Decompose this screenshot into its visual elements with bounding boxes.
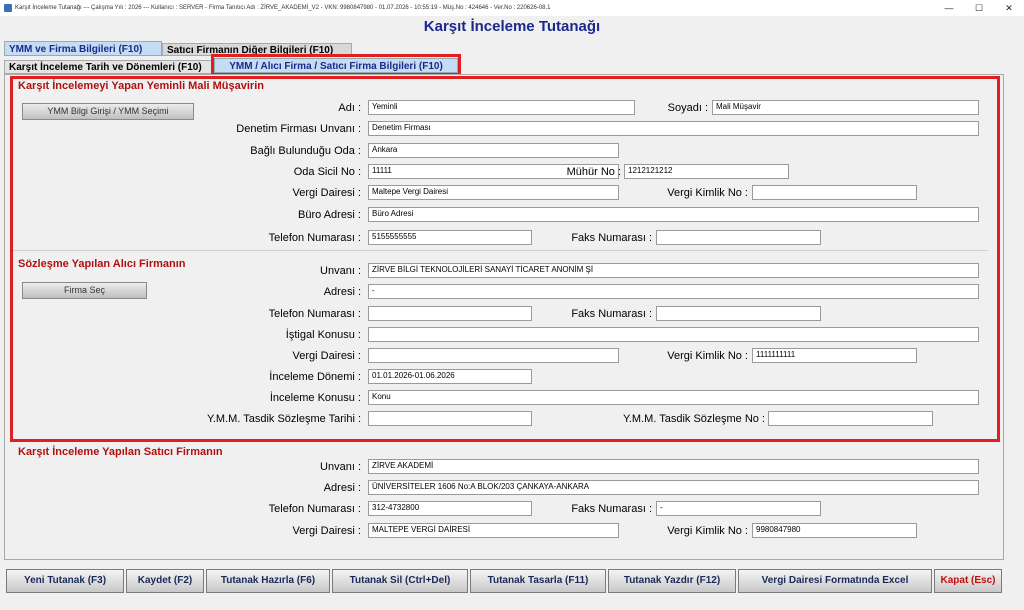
tab-tarih-donem[interactable]: Karşıt İnceleme Tarih ve Dönemleri (F10) — [4, 60, 212, 74]
satici-unvan-field[interactable]: ZİRVE AKADEMİ — [368, 459, 979, 474]
design-button[interactable]: Tutanak Tasarla (F11) — [470, 569, 606, 593]
label-satici-vergi-dairesi: Vergi Dairesi : — [292, 525, 361, 537]
window-titlebar: Karşıt İnceleme Tutanağı --- Çalışma Yıl… — [0, 0, 1024, 16]
page-title: Karşıt İnceleme Tutanağı — [423, 18, 601, 35]
minimize-button[interactable]: — — [934, 0, 964, 16]
label-satici-faks: Faks Numarası : — [571, 503, 652, 515]
excel-button[interactable]: Vergi Dairesi Formatında Excel — [738, 569, 932, 593]
alici-highlight-box — [10, 76, 1000, 442]
satici-faks-field[interactable]: - — [656, 501, 821, 516]
close-button[interactable]: Kapat (Esc) — [934, 569, 1002, 593]
satici-section-title: Karşıt İnceleme Yapılan Satıcı Firmanın — [18, 446, 223, 458]
close-window-button[interactable]: ✕ — [994, 0, 1024, 16]
label-satici-unvan: Unvanı : — [320, 461, 361, 473]
footer-toolbar: Yeni Tutanak (F3) Kaydet (F2) Tutanak Ha… — [4, 569, 1004, 593]
window-title: Karşıt İnceleme Tutanağı --- Çalışma Yıl… — [15, 5, 551, 11]
delete-button[interactable]: Tutanak Sil (Ctrl+Del) — [332, 569, 468, 593]
tab-highlight-box — [211, 54, 461, 76]
satici-vergi-dairesi-field[interactable]: MALTEPE VERGİ DAİRESİ — [368, 523, 619, 538]
label-satici-telefon: Telefon Numarası : — [268, 503, 361, 515]
maximize-button[interactable]: ☐ — [964, 0, 994, 16]
satici-adres-field[interactable]: ÜNİVERSİTELER 1606 No:A BLOK/203 ÇANKAYA… — [368, 480, 979, 495]
new-tutanak-button[interactable]: Yeni Tutanak (F3) — [6, 569, 124, 593]
prepare-button[interactable]: Tutanak Hazırla (F6) — [206, 569, 330, 593]
label-satici-vkn: Vergi Kimlik No : — [667, 525, 748, 537]
label-satici-adres: Adresi : — [323, 482, 361, 494]
app-icon — [4, 4, 12, 12]
satici-telefon-field[interactable]: 312-4732800 — [368, 501, 532, 516]
tab-ymm-firma[interactable]: YMM ve Firma Bilgileri (F10) — [4, 41, 162, 56]
satici-vkn-field[interactable]: 9980847980 — [752, 523, 917, 538]
save-button[interactable]: Kaydet (F2) — [126, 569, 204, 593]
print-button[interactable]: Tutanak Yazdır (F12) — [608, 569, 736, 593]
